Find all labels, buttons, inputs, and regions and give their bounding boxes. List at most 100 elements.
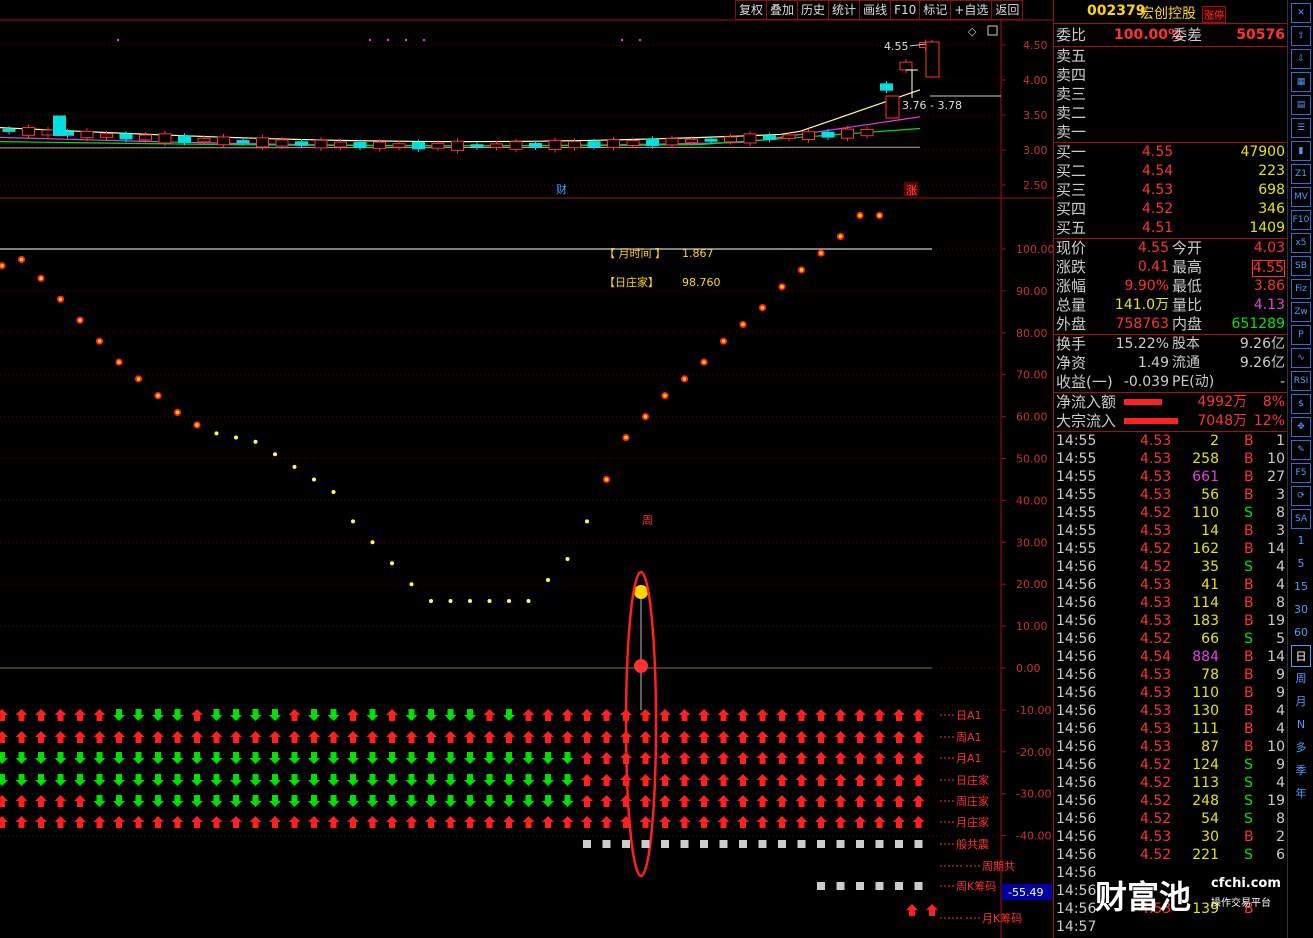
sa-icon[interactable]: SA xyxy=(1291,509,1311,529)
tick-price: 4.53 xyxy=(1140,469,1172,485)
dollar-icon[interactable]: $ xyxy=(1291,394,1311,414)
close-icon[interactable]: ✕ xyxy=(1291,3,1311,23)
arrow-down-icon xyxy=(308,752,320,764)
tick-side: S xyxy=(1244,505,1253,521)
indicator-dot xyxy=(292,464,297,469)
mv-icon[interactable]: MV xyxy=(1291,187,1311,207)
f10-icon[interactable]: F10 xyxy=(1291,210,1311,230)
list-icon[interactable]: ☰ xyxy=(1291,118,1311,138)
toolbar-btn-6[interactable]: 标记 xyxy=(919,0,952,20)
toolbar-btn-2[interactable]: 历史 xyxy=(797,0,830,20)
period-2[interactable]: 15 xyxy=(1291,576,1311,598)
arrow-down-icon xyxy=(132,752,145,764)
tick-row[interactable]: 14:55 4.53 661 B 27 xyxy=(1054,468,1287,486)
tick-row[interactable]: 14:56 4.53 87 B 10 xyxy=(1054,738,1287,756)
arrow-up-icon xyxy=(815,795,827,807)
tick-row[interactable]: 14:55 4.53 2 B 1 xyxy=(1054,432,1287,450)
arrow-up-icon xyxy=(191,709,203,721)
refresh-icon[interactable]: ⟳ xyxy=(1291,486,1311,506)
tick-row[interactable]: 14:55 4.52 162 B 14 xyxy=(1054,540,1287,558)
toolbar-btn-0[interactable]: 复权 xyxy=(735,0,768,20)
arrow-down-icon xyxy=(113,752,125,764)
period-3[interactable]: 30 xyxy=(1291,599,1311,621)
tick-row[interactable]: 14:56 4.53 78 B 9 xyxy=(1054,666,1287,684)
tick-count: 3 xyxy=(1276,523,1285,539)
toolbar-btn-8[interactable]: 返回 xyxy=(991,0,1024,20)
tick-row[interactable]: 14:55 4.53 14 B 3 xyxy=(1054,522,1287,540)
pencil-icon[interactable]: ✎ xyxy=(1291,440,1311,460)
tick-row[interactable]: 14:56 4.52 66 S 5 xyxy=(1054,630,1287,648)
f5-icon[interactable]: F5 xyxy=(1291,463,1311,483)
toolbar-btn-5[interactable]: F10 xyxy=(890,0,921,20)
tick-row[interactable]: 14:56 4.52 248 S 19 xyxy=(1054,792,1287,810)
tick-row[interactable]: 14:56 4.53 111 B 4 xyxy=(1054,720,1287,738)
tick-list[interactable]: 14:55 4.53 2 B 1 14:55 4.53 258 B 10 14:55 4.53 661 B… xyxy=(1054,431,1287,936)
arrow-up-icon xyxy=(132,731,145,743)
arrow-up-icon[interactable]: ⇧ xyxy=(1291,26,1311,46)
arrow-up-icon xyxy=(873,795,886,807)
kline-indicator-chart[interactable]: 4.50 4.00 3.50 3.00 2.50 4.55 3.76 - 3.78 财 涨 ◇ 10… xyxy=(0,0,1053,938)
arrow-down-icon[interactable]: ⇩ xyxy=(1291,49,1311,69)
period-10[interactable]: 季 xyxy=(1291,760,1311,782)
stat-row: 净资 1.49 流通 9.26亿 xyxy=(1054,354,1287,373)
zw-icon[interactable]: Zw xyxy=(1291,302,1311,322)
fiz-icon[interactable]: Fiz xyxy=(1291,279,1311,299)
tick-row[interactable]: 14:56 4.53 41 B 4 xyxy=(1054,576,1287,594)
arrow-up-icon xyxy=(776,795,788,807)
arrow-up-icon xyxy=(366,816,379,828)
x5-icon[interactable]: x5 xyxy=(1291,233,1311,253)
tick-row[interactable]: 14:55 4.53 258 B 10 xyxy=(1054,450,1287,468)
period-8[interactable]: N xyxy=(1291,714,1311,736)
indicator-dot-core xyxy=(760,305,765,310)
arrow-up-icon xyxy=(698,795,710,807)
tick-row[interactable]: 14:56 4.53 130 B 4 xyxy=(1054,702,1287,720)
tick-volume: 162 xyxy=(1192,541,1219,557)
period-1[interactable]: 5 xyxy=(1291,553,1311,575)
wave-icon[interactable]: ∿ xyxy=(1291,348,1311,368)
toolbar-btn-3[interactable]: 统计 xyxy=(828,0,861,20)
tick-row[interactable]: 14:56 4.53 110 B 9 xyxy=(1054,684,1287,702)
sb-icon[interactable]: SB xyxy=(1291,256,1311,276)
table-icon[interactable]: ▤ xyxy=(1291,95,1311,115)
restore-icon[interactable] xyxy=(987,25,998,36)
tick-row[interactable]: 14:56 4.52 113 S 4 xyxy=(1054,774,1287,792)
tick-row[interactable]: 14:56 4.52 35 S 4 xyxy=(1054,558,1287,576)
tick-row[interactable]: 14:55 4.53 56 B 3 xyxy=(1054,486,1287,504)
grid-icon[interactable]: ▦ xyxy=(1291,72,1311,92)
arrow-up-icon xyxy=(854,774,866,786)
tick-row[interactable]: 14:56 4.54 884 B 14 xyxy=(1054,648,1287,666)
arrow-up-icon xyxy=(503,816,515,828)
indicator-dot-core xyxy=(799,268,804,272)
arrow-up-icon xyxy=(74,795,86,807)
tick-row[interactable]: 14:55 4.52 110 S 8 xyxy=(1054,504,1287,522)
tick-row[interactable]: 14:57 xyxy=(1054,918,1287,936)
indicator-dot-core xyxy=(19,257,24,262)
tick-row[interactable]: 14:56 4.52 221 S 6 xyxy=(1054,846,1287,864)
arrow-up-icon xyxy=(873,731,886,743)
rsi-icon[interactable]: RSI xyxy=(1291,371,1311,391)
tick-count: 4 xyxy=(1276,703,1285,719)
period-0[interactable]: 1 xyxy=(1291,530,1311,552)
tick-row[interactable]: 14:56 4.52 54 S 8 xyxy=(1054,810,1287,828)
tick-row[interactable]: 14:56 4.53 30 B 2 xyxy=(1054,828,1287,846)
period-5[interactable]: 日 xyxy=(1291,645,1311,667)
period-11[interactable]: 年 xyxy=(1291,783,1311,805)
period-6[interactable]: 周 xyxy=(1291,668,1311,690)
tick-row[interactable]: 14:56 4.53 183 B 19 xyxy=(1054,612,1287,630)
signal-square xyxy=(875,840,884,848)
z1-icon[interactable]: Z1 xyxy=(1291,164,1311,184)
tick-row[interactable]: 14:56 4.53 114 B 8 xyxy=(1054,594,1287,612)
toolbar-btn-4[interactable]: 画线 xyxy=(859,0,892,20)
tick-row[interactable]: 14:56 4.52 124 S 9 xyxy=(1054,756,1287,774)
arrow-up-icon xyxy=(600,752,613,764)
period-4[interactable]: 60 xyxy=(1291,622,1311,644)
period-9[interactable]: 多 xyxy=(1291,737,1311,759)
toolbar-btn-1[interactable]: 叠加 xyxy=(766,0,799,20)
diamond-icon[interactable]: ◇ xyxy=(968,25,977,38)
bar-icon[interactable]: ▮ xyxy=(1291,141,1311,161)
p-icon[interactable]: P xyxy=(1291,325,1311,345)
toolbar-btn-7[interactable]: +自选 xyxy=(950,0,993,20)
indicator-dot-core xyxy=(702,360,706,364)
move-icon[interactable]: ✥ xyxy=(1291,417,1311,437)
period-7[interactable]: 月 xyxy=(1291,691,1311,713)
